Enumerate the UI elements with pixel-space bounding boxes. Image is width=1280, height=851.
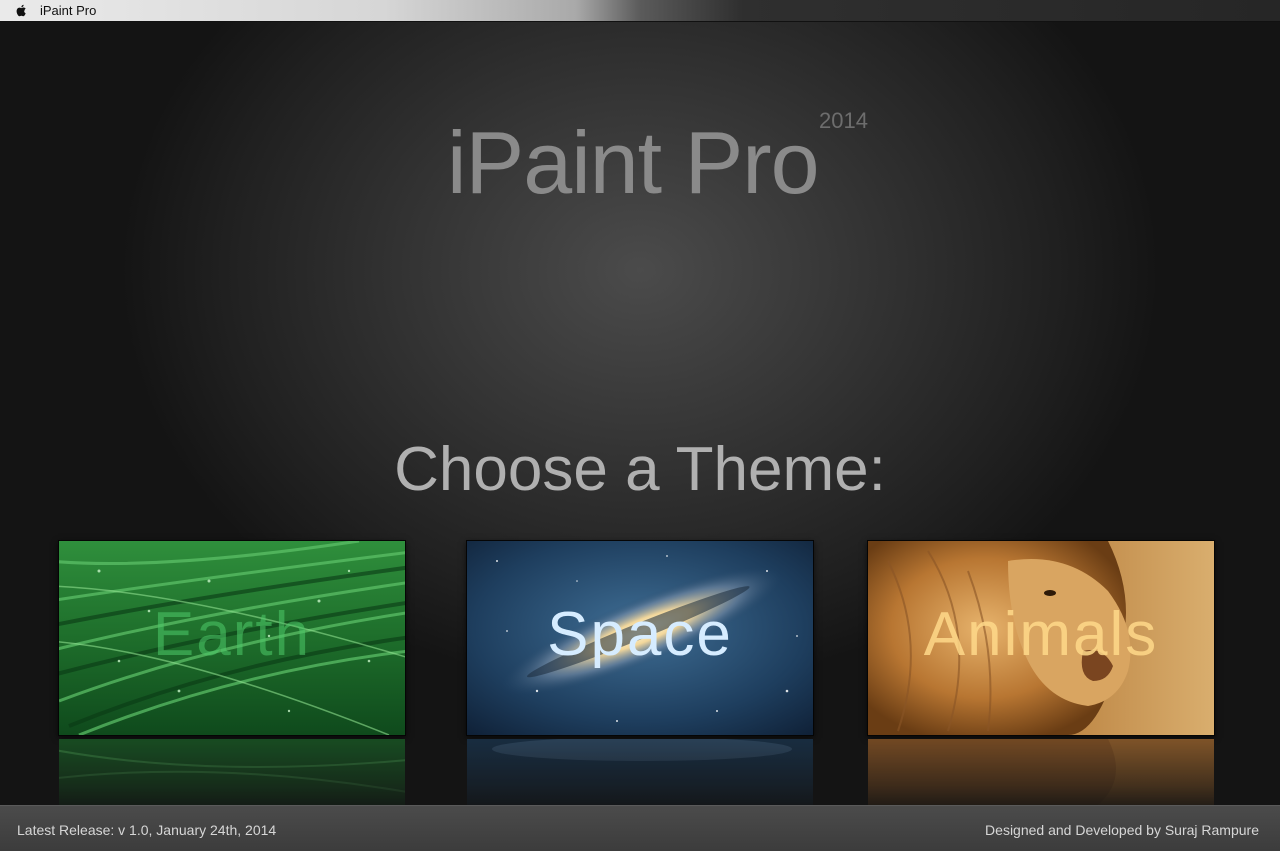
release-info: Latest Release: v 1.0, January 24th, 201…: [17, 822, 277, 838]
theme-label-space: Space: [547, 600, 733, 669]
theme-card-space[interactable]: Space: [466, 540, 814, 736]
theme-label-animals: Animals: [923, 600, 1159, 669]
space-reflection: [467, 739, 813, 805]
earth-reflection: [59, 739, 405, 805]
apple-icon[interactable]: [15, 4, 27, 17]
credit-info: Designed and Developed by Suraj Rampure: [985, 822, 1259, 838]
animals-reflection: [868, 739, 1214, 805]
theme-card-earth[interactable]: Earth: [58, 540, 406, 736]
theme-card-animals[interactable]: Animals: [867, 540, 1215, 736]
year-label: 2014: [819, 108, 868, 133]
choose-theme-heading: Choose a Theme:: [394, 435, 886, 504]
footer-bar: Latest Release: v 1.0, January 24th, 201…: [0, 805, 1280, 851]
app-title: iPaint Pro: [447, 113, 820, 212]
app-menu-name[interactable]: iPaint Pro: [40, 3, 96, 18]
theme-label-earth: Earth: [152, 600, 312, 669]
menu-bar: iPaint Pro: [0, 0, 1280, 22]
